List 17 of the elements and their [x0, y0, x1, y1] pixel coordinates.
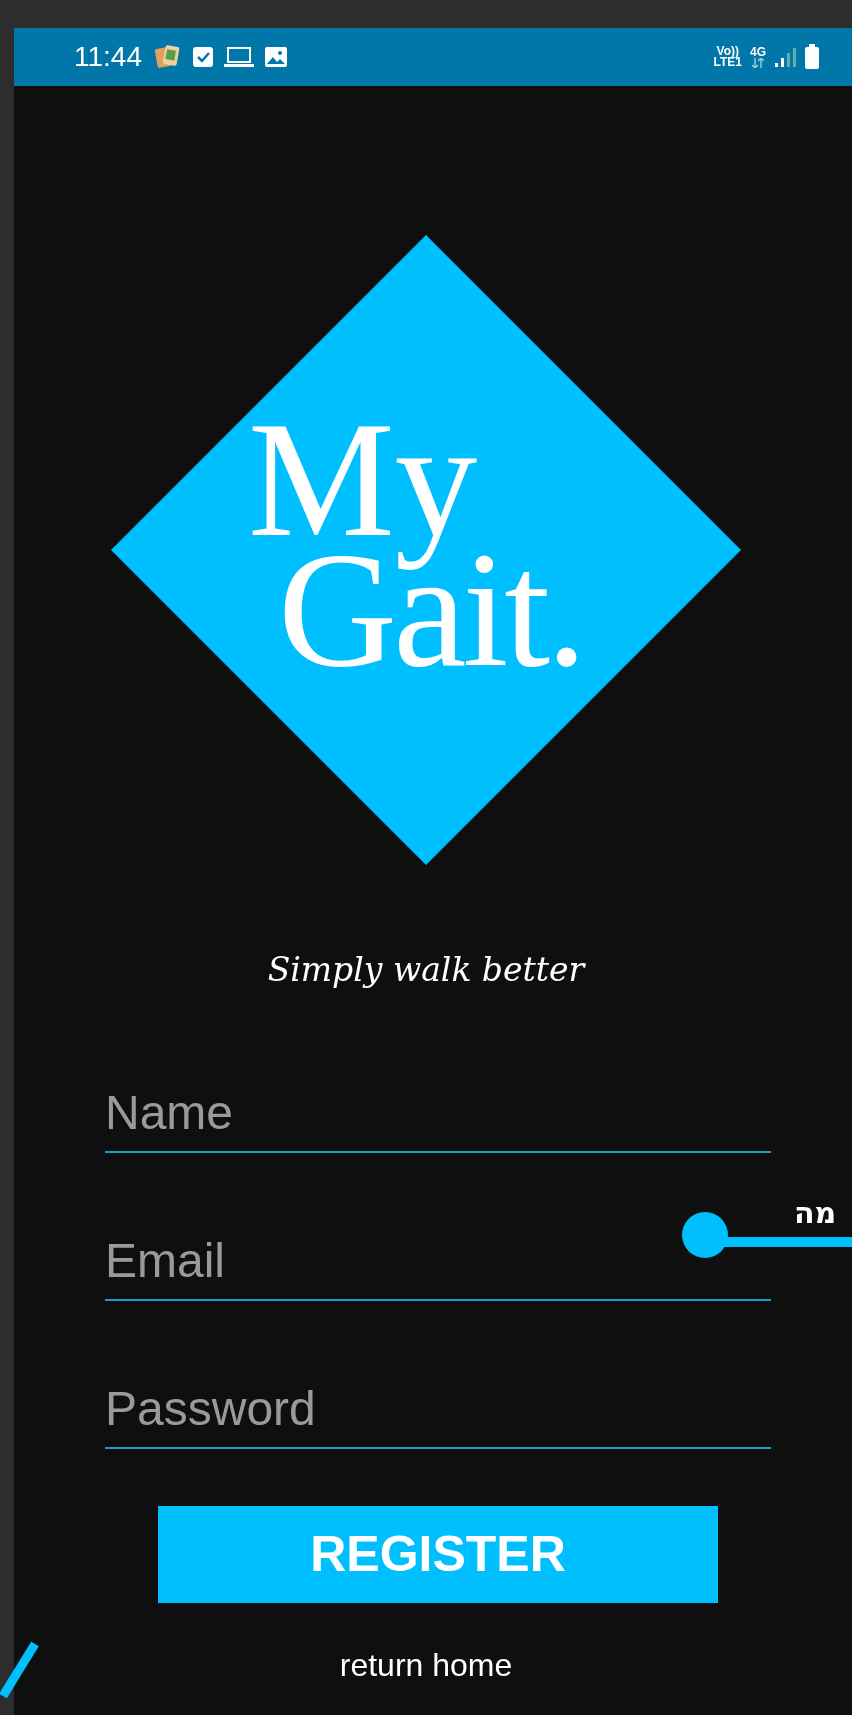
tagline: Simply walk better — [266, 949, 587, 991]
battery-icon — [804, 44, 820, 70]
annotation-text: מה — [794, 1194, 837, 1232]
return-home-link[interactable]: return home — [339, 1640, 513, 1689]
annotation-stroke — [0, 1640, 40, 1700]
network-label: 4G — [750, 46, 766, 58]
input-field[interactable]: Name — [105, 1034, 771, 1153]
volte-label: Vo)) — [716, 46, 739, 57]
checkbox-icon — [192, 46, 214, 68]
laptop-icon — [224, 46, 254, 68]
image-icon — [264, 46, 288, 68]
signal-icon — [774, 46, 796, 68]
lte-label: LTE1 — [713, 57, 742, 68]
photo-cards-icon — [154, 44, 182, 70]
data-arrows-icon — [752, 57, 764, 68]
status-time: 11:44 — [74, 40, 142, 74]
input-field[interactable]: Password — [105, 1330, 771, 1449]
